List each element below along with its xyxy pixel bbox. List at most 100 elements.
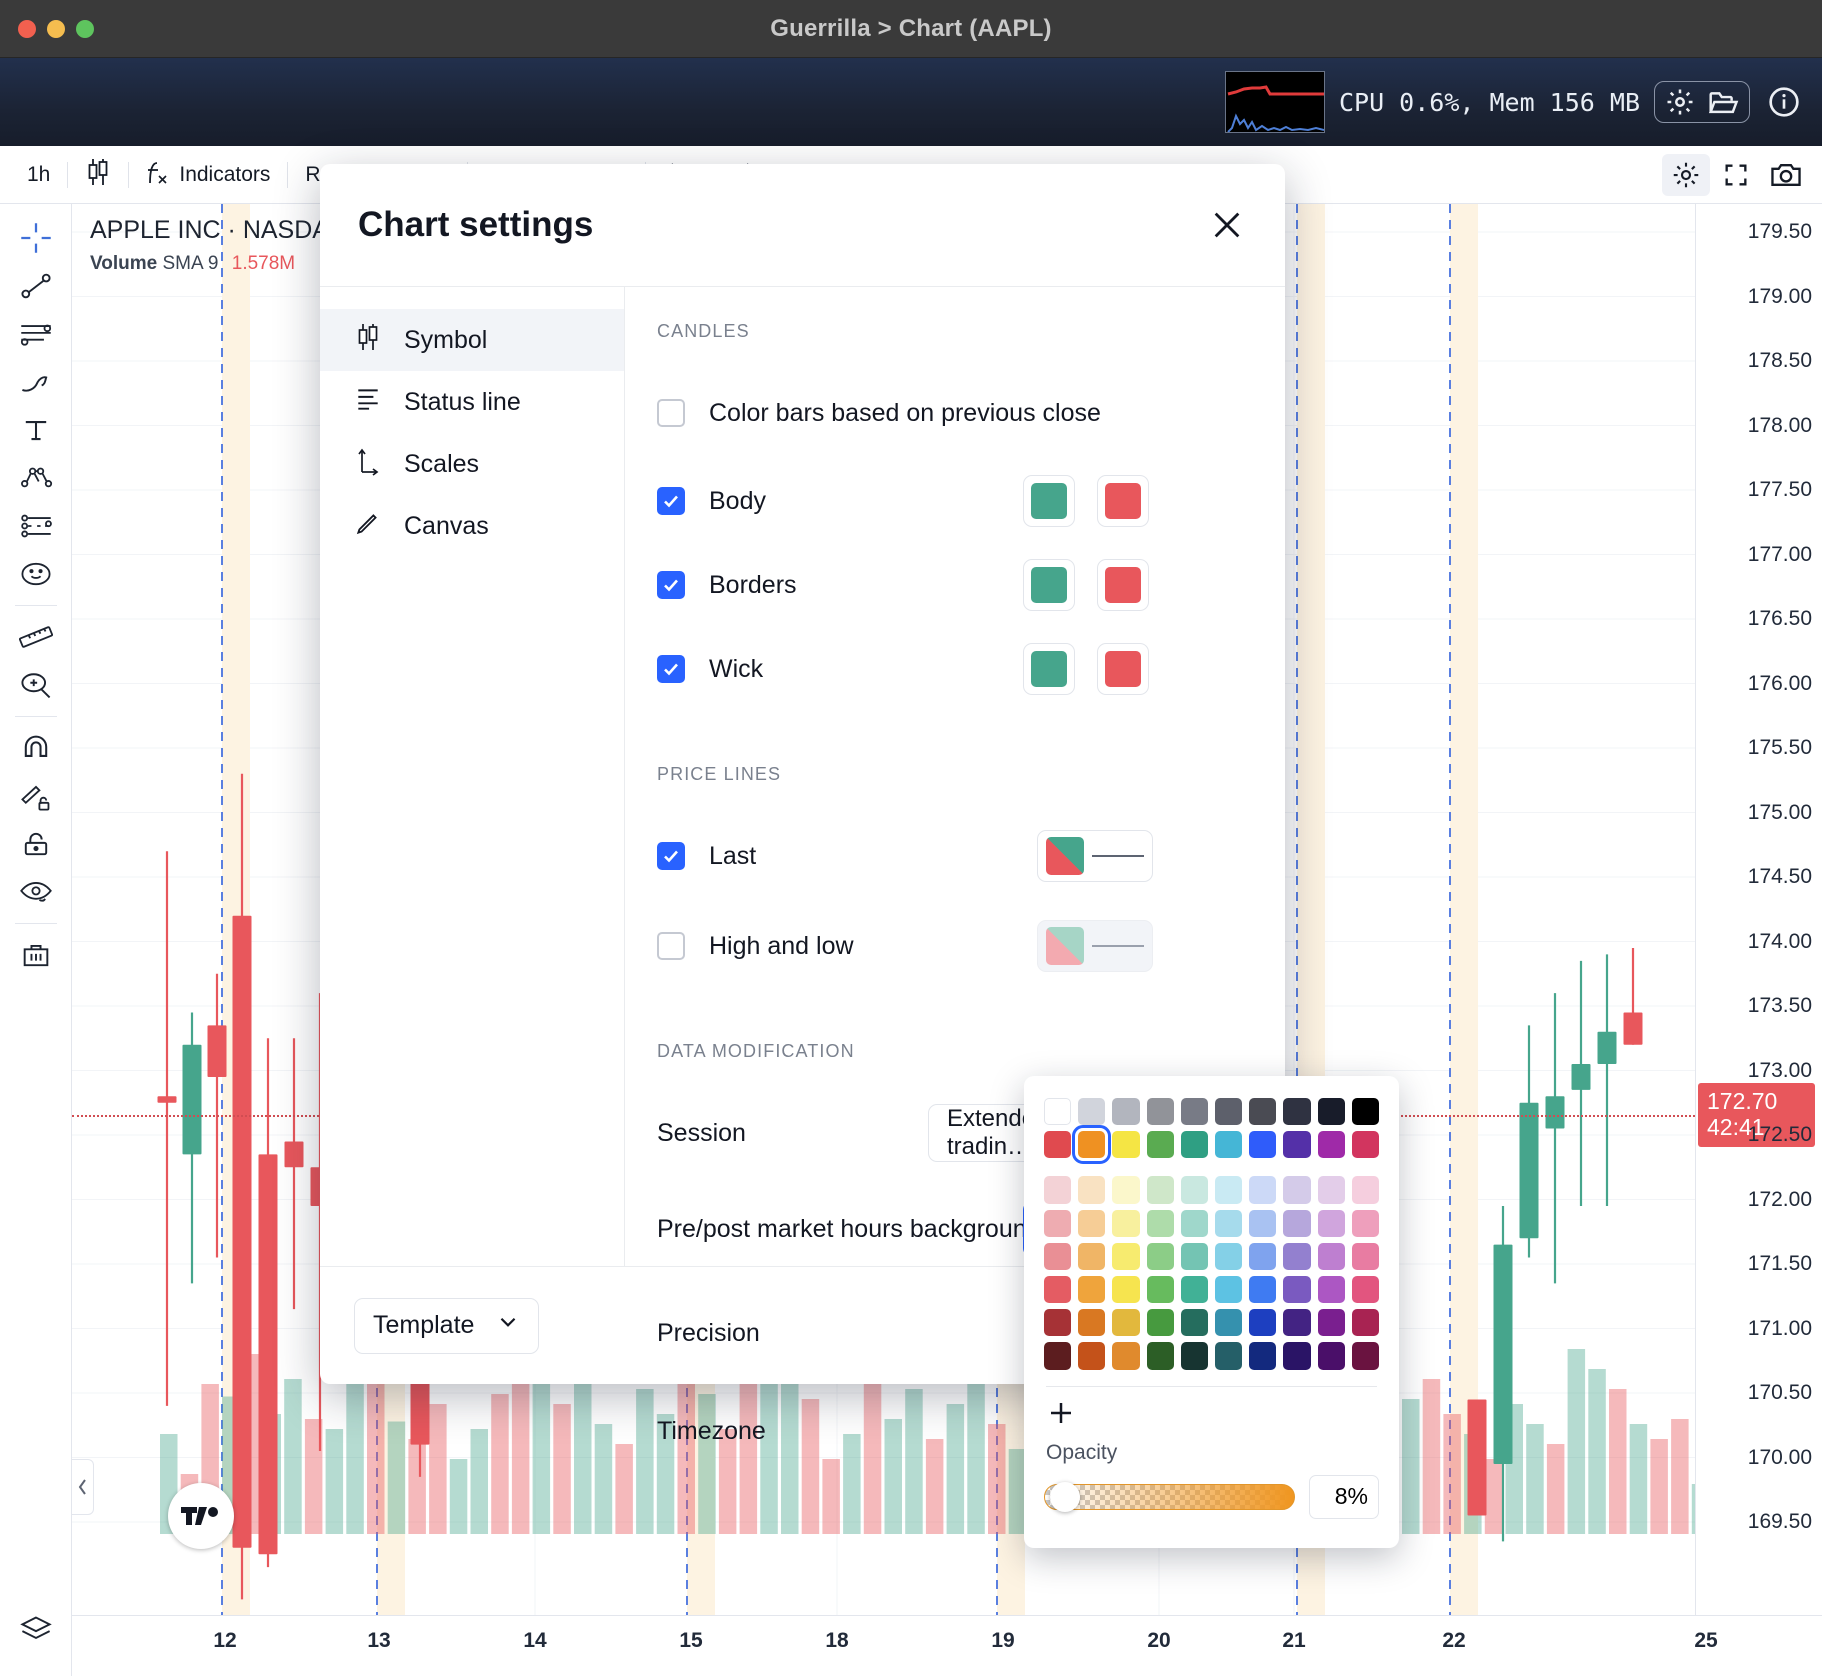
row-last-price-line[interactable]: Last — [657, 819, 1241, 893]
palette-color-5-0[interactable] — [1044, 1276, 1072, 1304]
palette-color-7-8[interactable] — [1317, 1342, 1345, 1370]
palette-color-6-6[interactable] — [1249, 1309, 1277, 1337]
palette-color-7-3[interactable] — [1146, 1342, 1174, 1370]
palette-color-7-0[interactable] — [1044, 1342, 1072, 1370]
fullscreen-button[interactable] — [1712, 154, 1760, 196]
row-high-low-price-line[interactable]: High and low — [657, 909, 1241, 983]
trend-line-icon[interactable] — [8, 262, 64, 310]
palette-color-5-7[interactable] — [1283, 1276, 1311, 1304]
palette-color-2-3[interactable] — [1146, 1176, 1174, 1204]
palette-color-1-8[interactable] — [1317, 1131, 1345, 1159]
nav-item-status-line[interactable]: Status line — [320, 371, 624, 433]
palette-color-0-4[interactable] — [1180, 1098, 1209, 1126]
palette-color-5-6[interactable] — [1249, 1276, 1277, 1304]
palette-color-5-1[interactable] — [1078, 1276, 1106, 1304]
zoom-in-icon[interactable] — [8, 661, 64, 709]
palette-color-1-4[interactable] — [1180, 1131, 1209, 1159]
palette-color-4-6[interactable] — [1249, 1242, 1277, 1271]
palette-color-1-7[interactable] — [1283, 1131, 1311, 1159]
palette-color-7-7[interactable] — [1283, 1342, 1311, 1370]
palette-color-1-3[interactable] — [1146, 1131, 1174, 1159]
maximize-window-button[interactable] — [76, 19, 94, 38]
palette-color-7-2[interactable] — [1112, 1342, 1140, 1370]
palette-color-4-3[interactable] — [1146, 1242, 1174, 1271]
row-color-bars-previous-close[interactable]: Color bars based on previous close — [657, 376, 1241, 450]
palette-color-1-0[interactable] — [1044, 1131, 1072, 1159]
body-checkbox[interactable] — [657, 487, 685, 515]
nav-item-canvas[interactable]: Canvas — [320, 495, 624, 557]
palette-color-6-0[interactable] — [1044, 1309, 1072, 1337]
palette-color-4-8[interactable] — [1317, 1242, 1345, 1271]
last-price-line-style-button[interactable] — [1037, 830, 1153, 882]
palette-color-4-1[interactable] — [1078, 1242, 1106, 1271]
palette-color-7-1[interactable] — [1078, 1342, 1106, 1370]
brush-icon[interactable] — [8, 358, 64, 406]
palette-color-4-7[interactable] — [1283, 1242, 1311, 1271]
palette-color-2-0[interactable] — [1044, 1176, 1072, 1204]
window-traffic-lights[interactable] — [18, 19, 94, 38]
palette-color-7-9[interactable] — [1351, 1342, 1380, 1370]
palette-color-6-3[interactable] — [1146, 1309, 1174, 1337]
row-wick[interactable]: Wick — [657, 632, 1241, 706]
opacity-slider[interactable] — [1044, 1481, 1295, 1512]
stay-in-drawing-mode-icon[interactable] — [8, 772, 64, 820]
crosshair-icon[interactable] — [8, 214, 64, 262]
palette-color-2-9[interactable] — [1351, 1176, 1380, 1204]
palette-color-6-4[interactable] — [1180, 1309, 1209, 1337]
palette-color-4-5[interactable] — [1215, 1242, 1243, 1271]
palette-color-5-5[interactable] — [1215, 1276, 1243, 1304]
template-button[interactable]: Template — [354, 1297, 540, 1354]
palette-color-6-2[interactable] — [1112, 1309, 1140, 1337]
palette-color-6-7[interactable] — [1283, 1309, 1311, 1337]
palette-color-0-5[interactable] — [1215, 1098, 1243, 1126]
magnet-icon[interactable] — [8, 724, 64, 772]
minimize-window-button[interactable] — [47, 19, 65, 38]
chart-settings-button[interactable] — [1662, 154, 1710, 196]
palette-color-0-3[interactable] — [1146, 1098, 1174, 1126]
remove-drawings-icon[interactable] — [8, 931, 64, 979]
borders-down-color-swatch[interactable] — [1097, 559, 1149, 611]
color-bars-checkbox[interactable] — [657, 399, 685, 427]
palette-color-0-8[interactable] — [1317, 1098, 1345, 1126]
close-window-button[interactable] — [18, 19, 36, 38]
palette-color-3-8[interactable] — [1317, 1209, 1345, 1237]
camera-icon[interactable] — [1762, 154, 1810, 196]
palette-color-3-6[interactable] — [1249, 1209, 1277, 1237]
prediction-measure-icon[interactable] — [8, 502, 64, 550]
body-down-color-swatch[interactable] — [1097, 475, 1149, 527]
wick-up-color-swatch[interactable] — [1023, 643, 1075, 695]
palette-color-6-8[interactable] — [1317, 1309, 1345, 1337]
palette-color-0-2[interactable] — [1112, 1098, 1140, 1126]
palette-color-2-6[interactable] — [1249, 1176, 1277, 1204]
palette-color-5-4[interactable] — [1180, 1276, 1209, 1304]
opacity-slider-knob[interactable] — [1049, 1481, 1080, 1512]
wick-down-color-swatch[interactable] — [1097, 643, 1149, 695]
palette-color-7-4[interactable] — [1180, 1342, 1209, 1370]
interval-selector[interactable]: 1h — [10, 155, 67, 195]
palette-color-4-9[interactable] — [1351, 1242, 1380, 1271]
palette-color-3-9[interactable] — [1351, 1209, 1380, 1237]
row-borders[interactable]: Borders — [657, 548, 1241, 622]
high-low-checkbox[interactable] — [657, 932, 685, 960]
palette-color-6-9[interactable] — [1351, 1309, 1380, 1337]
palette-color-3-0[interactable] — [1044, 1209, 1072, 1237]
palette-color-3-4[interactable] — [1180, 1209, 1209, 1237]
parallel-channel-icon[interactable] — [8, 310, 64, 358]
palette-color-5-8[interactable] — [1317, 1276, 1345, 1304]
time-scale[interactable]: 12 13 14 15 18 19 20 21 22 25 — [72, 1615, 1822, 1676]
last-price-line-checkbox[interactable] — [657, 842, 685, 870]
palette-color-7-6[interactable] — [1249, 1342, 1277, 1370]
tradingview-logo[interactable] — [168, 1483, 234, 1549]
object-tree-icon[interactable] — [8, 1606, 64, 1654]
text-tool-icon[interactable] — [8, 406, 64, 454]
palette-color-5-3[interactable] — [1146, 1276, 1174, 1304]
palette-color-4-0[interactable] — [1044, 1242, 1072, 1271]
palette-color-1-9[interactable] — [1351, 1131, 1380, 1159]
palette-color-6-5[interactable] — [1215, 1309, 1243, 1337]
hide-drawings-icon[interactable] — [8, 868, 64, 916]
patterns-icon[interactable] — [8, 454, 64, 502]
palette-color-1-6[interactable] — [1249, 1131, 1277, 1159]
row-body[interactable]: Body — [657, 464, 1241, 538]
palette-color-3-5[interactable] — [1215, 1209, 1243, 1237]
palette-color-3-1[interactable] — [1078, 1209, 1106, 1237]
